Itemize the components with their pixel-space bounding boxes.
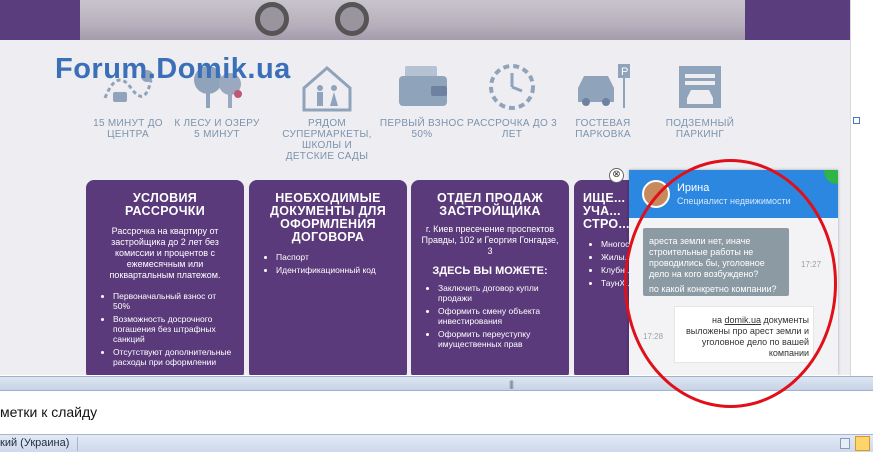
wheel-image bbox=[335, 2, 369, 36]
feature-schools: рядом супермаркеты, школы и детские сады bbox=[282, 58, 372, 162]
slide-canvas: 15 минут до центра к лесу и озеру 5 мину… bbox=[0, 0, 850, 375]
card-text: г. Киев пресечение проспектов Правды, 10… bbox=[421, 224, 559, 256]
right-strip bbox=[862, 0, 873, 376]
card-list: Первоначальный взнос от 50% Возможность … bbox=[95, 291, 235, 367]
feature-label: рассрочка до 3 лет bbox=[467, 118, 557, 140]
chat-widget[interactable]: Ирина Специалист недвижимости ареста зем… bbox=[629, 170, 838, 375]
svg-text:P: P bbox=[621, 66, 628, 78]
notes-text: метки к слайду bbox=[0, 404, 98, 420]
slide-scrollbar[interactable] bbox=[850, 0, 862, 376]
card-title: Условия рассрочки bbox=[124, 191, 205, 218]
agent-name: Ирина bbox=[677, 182, 710, 194]
message-time: 17:27 bbox=[801, 260, 822, 269]
agent-role: Специалист недвижимости bbox=[677, 196, 791, 206]
outgoing-message: на domik.ua документы выложены про арест… bbox=[674, 306, 814, 363]
incoming-message: ареста земли нет, иначе строительные раб… bbox=[643, 228, 789, 296]
card-title: Необходимые документы для оформления дог… bbox=[269, 191, 387, 244]
list-item: Оформить смену объекта инвестирования bbox=[438, 306, 560, 326]
chat-header: Ирина Специалист недвижимости bbox=[629, 170, 838, 218]
feature-label: первый взнос 50% bbox=[379, 118, 465, 140]
feature-guest-parking: P гостевая парковка bbox=[558, 58, 648, 140]
wallet-icon bbox=[391, 58, 453, 116]
card-documents: Необходимые документы для оформления дог… bbox=[249, 180, 407, 375]
clock-icon bbox=[481, 58, 543, 116]
status-divider bbox=[77, 437, 78, 451]
chat-close-button[interactable]: ⊗ bbox=[609, 168, 624, 183]
feature-underground-parking: подземный паркинг bbox=[655, 58, 745, 140]
hero-right-panel bbox=[745, 0, 850, 40]
message-time: 17:28 bbox=[643, 332, 664, 341]
feature-label: 15 минут до центра bbox=[93, 118, 163, 140]
card-list: Паспорт Идентификационный код bbox=[258, 252, 398, 275]
feature-installment: рассрочка до 3 лет bbox=[467, 58, 557, 140]
wheel-image bbox=[255, 2, 289, 36]
card-sales-office: Отдел продаж застройщика г. Киев пресече… bbox=[411, 180, 569, 375]
card-subtitle: Здесь вы можете: bbox=[432, 265, 548, 277]
hero-photo bbox=[80, 0, 745, 40]
slide-view-button[interactable] bbox=[855, 436, 870, 451]
card-title: Отдел продаж застройщика bbox=[436, 191, 544, 218]
feature-label: гостевая парковка bbox=[575, 118, 631, 140]
hero-left-panel bbox=[0, 0, 80, 40]
list-item: Паспорт bbox=[276, 252, 398, 262]
card-text: Рассрочка на квартиру от застройщика до … bbox=[109, 226, 221, 280]
notes-pane[interactable]: метки к слайду bbox=[0, 392, 873, 434]
watermark-text: Forum.Domik.ua bbox=[55, 53, 291, 85]
hero-banner bbox=[0, 0, 850, 40]
list-item: Возможность досрочного погашения без штр… bbox=[113, 314, 235, 344]
status-bar: кий (Украина) bbox=[0, 434, 873, 452]
feature-label: подземный паркинг bbox=[665, 118, 735, 140]
resize-handle[interactable] bbox=[853, 117, 860, 124]
list-item: Оформить переуступку имущественных прав bbox=[438, 329, 560, 349]
language-indicator[interactable]: кий (Украина) bbox=[0, 437, 69, 449]
message-text: ареста земли нет, иначе строительные раб… bbox=[649, 236, 765, 279]
grip-icon: ||| bbox=[509, 379, 514, 389]
feature-label: рядом супермаркеты, школы и детские сады bbox=[282, 118, 372, 162]
avatar bbox=[642, 180, 670, 208]
list-item: Заключить договор купли продажи bbox=[438, 283, 560, 303]
list-item: Первоначальный взнос от 50% bbox=[113, 291, 235, 311]
card-list: Заключить договор купли продажи Оформить… bbox=[420, 283, 560, 349]
normal-view-icon[interactable] bbox=[840, 438, 850, 449]
message-text: по какой конкретно компании? bbox=[649, 284, 777, 294]
card-installment-terms: Условия рассрочки Рассрочка на квартиру … bbox=[86, 180, 244, 375]
online-indicator bbox=[824, 170, 838, 184]
feature-label: к лесу и озеру 5 минут bbox=[174, 118, 260, 140]
message-text: на bbox=[712, 315, 725, 325]
list-item: Отсутствуют дополнительные расходы при о… bbox=[113, 347, 235, 367]
car-parking-icon: P bbox=[572, 58, 634, 116]
garage-icon bbox=[669, 58, 731, 116]
message-link[interactable]: domik.ua bbox=[725, 315, 762, 325]
pane-splitter[interactable]: ||| bbox=[0, 376, 873, 391]
family-house-icon bbox=[296, 58, 358, 116]
list-item: Идентификационный код bbox=[276, 265, 398, 275]
feature-downpayment: первый взнос 50% bbox=[377, 58, 467, 140]
